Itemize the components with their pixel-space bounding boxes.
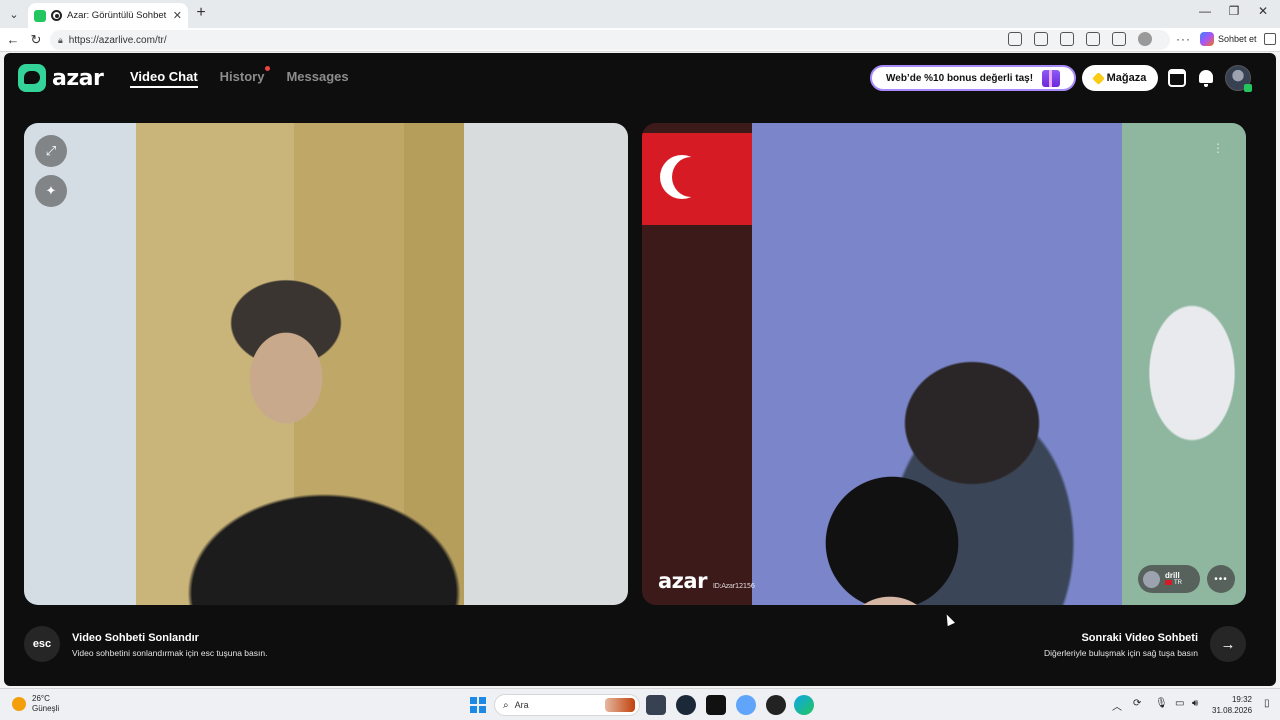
search-placeholder: Ara (514, 700, 529, 710)
next-chat-title: Sonraki Video Sohbeti (1081, 632, 1198, 644)
nav-video-chat[interactable]: Video Chat (130, 69, 198, 88)
microphone-icon[interactable]: 🎙︎ (1155, 698, 1168, 709)
reader-icon[interactable] (1060, 32, 1074, 46)
watermark-id: ID:Azar12156 (712, 582, 755, 590)
shop-label: Mağaza (1106, 72, 1147, 84)
azar-logo-icon (18, 64, 46, 92)
gift-icon (1042, 70, 1060, 87)
end-chat-button[interactable]: esc (24, 626, 60, 662)
local-video: ⤢ ✦ (24, 123, 628, 605)
profile-icon[interactable] (1138, 32, 1152, 46)
address-bar[interactable]: 🔒︎ https://azarlive.com/tr/ (50, 30, 1170, 50)
promo-button[interactable]: Web’de %10 bonus değerli taş! (870, 65, 1076, 91)
esc-key-label: esc (32, 638, 52, 650)
new-tab-icon[interactable]: + (192, 4, 210, 22)
weather-widget[interactable]: 26°C Güneşli (12, 694, 59, 714)
windows-taskbar: 26°C Güneşli ⌕ Ara ︿ ⟳ 🎙︎ ▭ 🔊︎ 19:32 31.0… (0, 688, 1280, 720)
chat-icon[interactable]: ••• (1207, 565, 1235, 593)
shop-button[interactable]: Mağaza (1082, 65, 1158, 91)
settings-icon[interactable] (736, 695, 756, 715)
peer-name: drill (1165, 571, 1180, 581)
inbox-icon[interactable] (1168, 69, 1186, 87)
clock-date: 31.08.2026 (1212, 706, 1253, 715)
peer-country: TR (1174, 580, 1182, 587)
recording-icon (51, 10, 62, 21)
edge-icon[interactable] (794, 695, 814, 715)
notification-icon[interactable]: ▯ (1264, 698, 1270, 709)
search-highlight-image (605, 698, 635, 712)
magic-wand-icon[interactable]: ✦ (35, 175, 67, 207)
camera-icon[interactable] (1008, 32, 1022, 46)
site-info-icon[interactable]: 🔒︎ (58, 35, 63, 46)
favorite-star-icon[interactable] (1086, 32, 1100, 46)
weather-condition: Güneşli (32, 704, 60, 713)
arrow-right-icon: → (1220, 635, 1236, 653)
network-icon[interactable]: ▭ (1175, 698, 1184, 709)
main-nav: Video Chat History Messages (130, 66, 349, 88)
browser-toolbar: ← ↻ 🔒︎ https://azarlive.com/tr/ ··· Sohb… (0, 28, 1280, 52)
browser-tab[interactable]: Azar: Görüntülü Sohbet & Yeni ✕ (28, 3, 188, 28)
turkish-flag-image (642, 133, 752, 225)
steam-icon[interactable] (676, 695, 696, 715)
expand-icon[interactable]: ⤢ (35, 135, 67, 167)
volume-icon[interactable]: 🔊︎ (1192, 698, 1198, 709)
next-chat-hint: Diğerleriyle buluşmak için sağ tuşa bası… (1043, 648, 1198, 658)
azar-logo[interactable]: azar (18, 64, 104, 92)
notification-dot (265, 66, 271, 71)
next-chat-button[interactable]: → (1210, 626, 1246, 662)
tr-flag-icon (1165, 580, 1172, 586)
logo-text: azar (52, 65, 104, 91)
avatar-badge (1244, 84, 1252, 92)
nav-history-label: History (219, 69, 265, 84)
tab-title: Azar: Görüntülü Sohbet & Yeni (67, 10, 168, 21)
video-watermark: azar ID:Azar12156 (658, 569, 755, 593)
back-icon[interactable]: ← (4, 31, 22, 49)
more-icon[interactable]: ··· (1176, 32, 1191, 46)
address-bar-icons (1008, 32, 1152, 46)
app-icon[interactable] (766, 695, 786, 715)
maximize-icon[interactable]: ❐ (1219, 4, 1249, 18)
bell-icon[interactable] (1197, 69, 1215, 87)
copilot-icon (1200, 32, 1214, 46)
mouse-cursor-icon (943, 612, 955, 627)
start-icon[interactable] (470, 697, 486, 713)
search-icon: ⌕ (503, 699, 509, 711)
sidebar-toggle-icon[interactable] (1264, 33, 1276, 45)
apps-icon[interactable] (1034, 32, 1048, 46)
temperature: 26°C (32, 694, 50, 703)
reload-icon[interactable]: ↻ (27, 31, 45, 49)
close-tab-icon[interactable]: ✕ (173, 9, 182, 22)
nav-messages[interactable]: Messages (286, 69, 348, 84)
taskbar-clock[interactable]: 19:32 31.08.2026 (1212, 694, 1252, 716)
tab-list-icon[interactable]: ⌄ (4, 4, 24, 24)
watermark-text: azar (658, 569, 707, 593)
nav-history[interactable]: History (219, 66, 271, 84)
peer-profile-chip[interactable]: drill TR (1138, 565, 1200, 593)
clock-time: 19:32 (1231, 695, 1252, 704)
promo-text: Web’de %10 bonus değerli taş! (886, 72, 1034, 84)
taskbar-search[interactable]: ⌕ Ara (494, 694, 640, 716)
peer-avatar (1143, 570, 1160, 588)
sync-icon[interactable]: ⟳ (1133, 698, 1141, 709)
close-window-icon[interactable]: ✕ (1248, 4, 1278, 18)
azar-favicon-icon (34, 9, 46, 22)
tray-overflow-icon[interactable]: ︿ (1112, 698, 1122, 713)
end-chat-hint: Video sohbetini sonlandırmak için esc tu… (72, 648, 268, 658)
url-text: https://azarlive.com/tr/ (68, 34, 167, 46)
end-chat-title: Video Sohbeti Sonlandır (72, 632, 199, 644)
terminal-icon[interactable] (706, 695, 726, 715)
gem-icon (1091, 71, 1105, 85)
avatar[interactable] (1225, 65, 1252, 92)
more-options-icon[interactable]: ⋮ (1212, 141, 1224, 155)
minimize-icon[interactable]: — (1190, 4, 1220, 18)
copilot-button[interactable]: Sohbet et (1200, 32, 1257, 46)
task-view-icon[interactable] (646, 695, 666, 715)
sun-icon (12, 697, 26, 711)
remote-video: ⋮ azar ID:Azar12156 drill TR ••• (642, 123, 1246, 605)
azar-page: azar Video Chat History Messages Web’de … (4, 53, 1276, 686)
browser-tabbar: ⌄ Azar: Görüntülü Sohbet & Yeni ✕ + — ❐ … (0, 0, 1280, 28)
copilot-label: Sohbet et (1218, 34, 1257, 44)
favorites-icon[interactable] (1112, 32, 1126, 46)
